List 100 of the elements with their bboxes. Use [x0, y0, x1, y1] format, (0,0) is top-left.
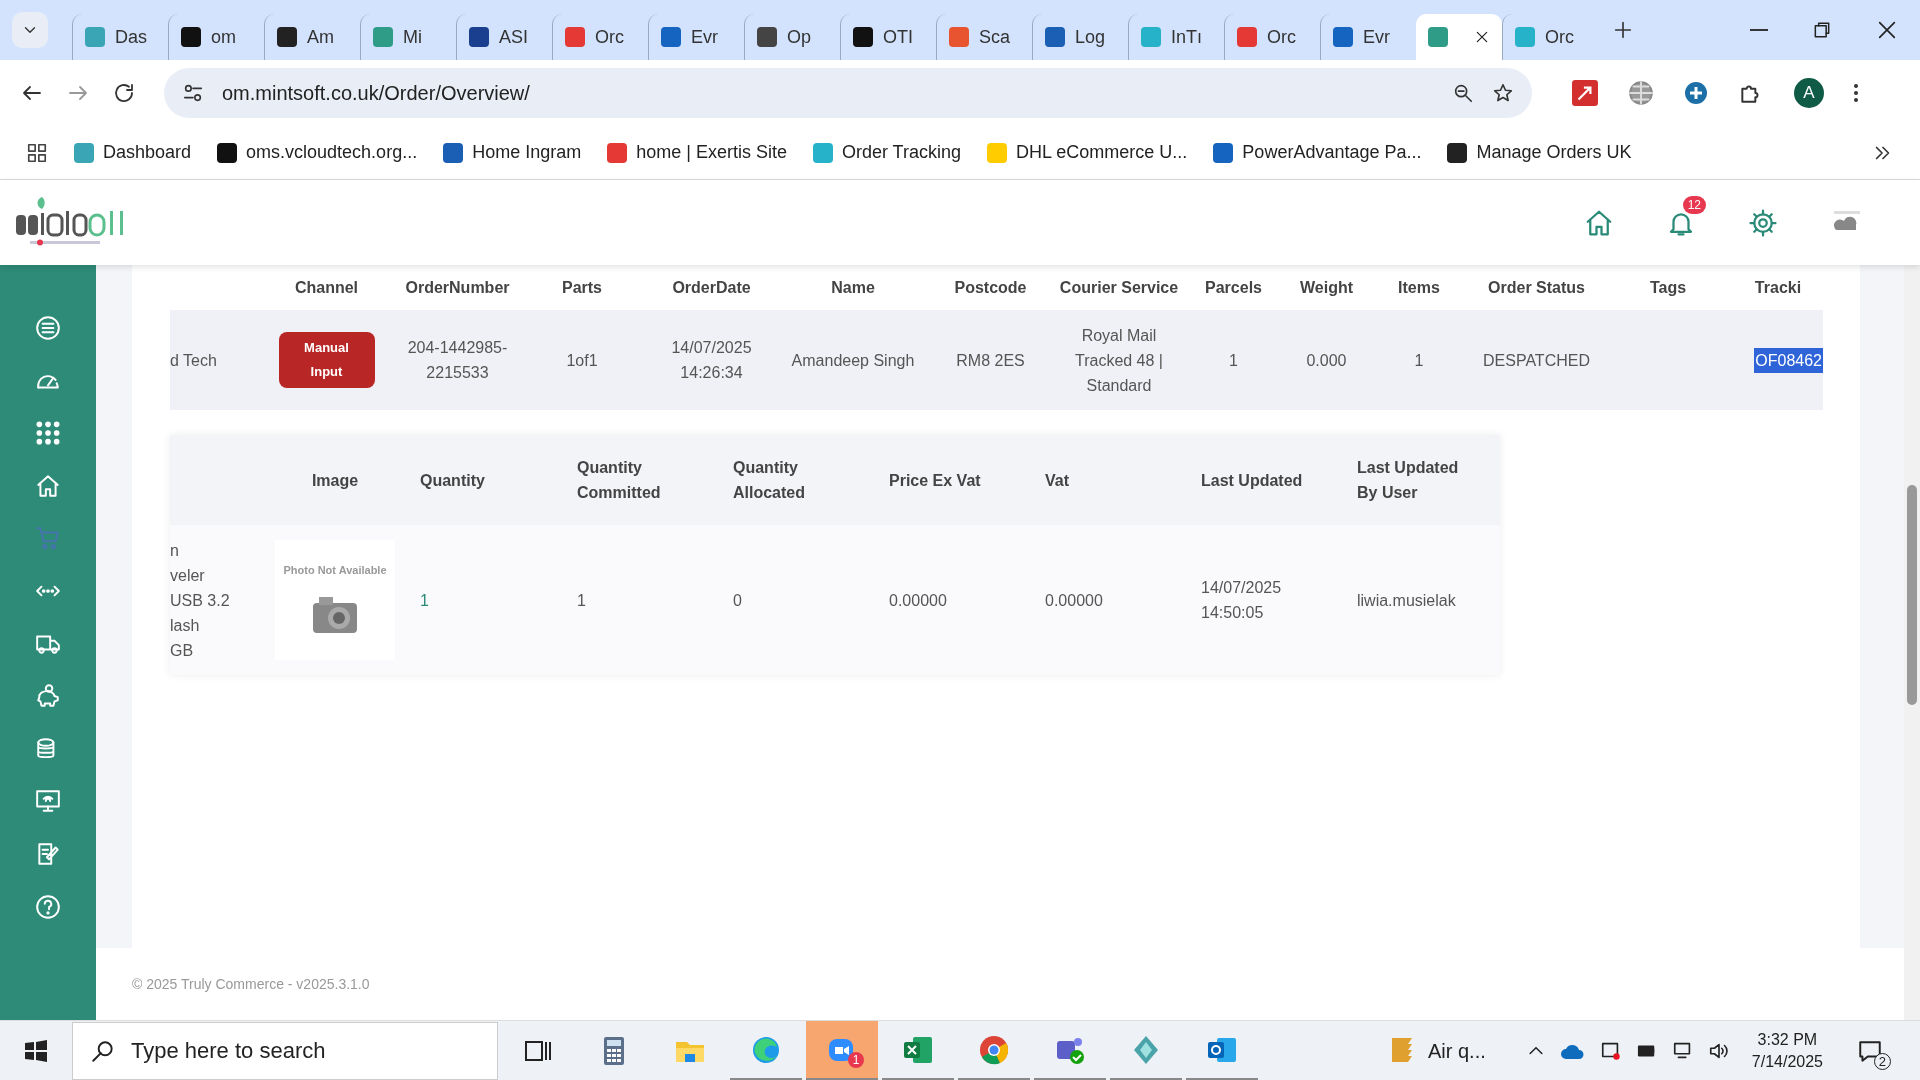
column-header[interactable]: Tracki	[1754, 278, 1802, 297]
extension-badge-icon[interactable]	[1684, 81, 1708, 105]
channel-badge: Manual Input	[278, 332, 375, 388]
table-cell-text: 0.00000	[1045, 590, 1103, 611]
monitor-icon	[35, 788, 61, 815]
cart-icon	[35, 525, 61, 552]
browser-tab[interactable]: Am	[264, 14, 360, 60]
column-header[interactable]: Items	[1398, 278, 1440, 297]
browser-tab[interactable]: Orc	[1502, 14, 1598, 60]
column-header: Price Ex Vat	[889, 470, 981, 491]
table-cell-text: 204-1442985-2215533	[406, 338, 509, 383]
column-header[interactable]: OrderNumber	[405, 278, 510, 297]
grid-icon	[35, 420, 61, 447]
browser-tab[interactable]: Mi	[360, 14, 456, 60]
weather-text[interactable]: Air q...	[1428, 1039, 1486, 1063]
notification-count: 2	[1874, 1053, 1891, 1070]
globe-icon	[1628, 80, 1654, 106]
table-cell-text: liwia.musielak	[1357, 590, 1456, 611]
column-header[interactable]: Channel	[294, 278, 359, 297]
column-header: Image	[311, 470, 359, 491]
browser-tab[interactable]: Orc	[552, 14, 648, 60]
table-cell-text: RM8 2ES	[956, 350, 1025, 371]
column-header[interactable]: Order Status	[1488, 278, 1585, 297]
browser-tab[interactable]: ASI	[456, 14, 552, 60]
notification-badge: 12	[1682, 195, 1706, 214]
pdf-extension-icon[interactable]	[1572, 80, 1598, 106]
bookmark-link[interactable]: Dashboard	[74, 142, 192, 163]
settings-icon	[1748, 207, 1778, 238]
more-menu-icon[interactable]	[1854, 84, 1858, 102]
product-description: n veler USB 3.2 lash GB	[170, 540, 230, 661]
column-header[interactable]: Weight	[1300, 278, 1353, 297]
edit-icon	[35, 840, 61, 867]
column-header[interactable]: Postcode	[954, 278, 1027, 297]
column-header: Quantity Committed	[577, 458, 662, 503]
app-badge: 1	[848, 1052, 864, 1068]
table-cell-text: 0	[733, 590, 742, 611]
close-icon	[1876, 19, 1898, 41]
piggy-bank-icon	[35, 683, 61, 710]
profile-avatar[interactable]: A	[1794, 78, 1824, 108]
start-icon[interactable]	[24, 1039, 48, 1063]
search-icon	[90, 1038, 116, 1064]
column-header[interactable]: Parcels	[1205, 278, 1262, 297]
table-cell-text: Royal Mail Tracked 48 | Standard	[1073, 325, 1164, 396]
column-header: Quantity	[420, 470, 485, 491]
bookmark-link[interactable]: home | Exertis Site	[607, 142, 787, 163]
column-header: Last Updated By User	[1357, 458, 1460, 503]
scrollbar[interactable]	[1904, 265, 1920, 1020]
site-settings-icon	[182, 82, 204, 104]
browser-tab[interactable]: InTı	[1128, 14, 1224, 60]
restore-icon	[1812, 20, 1832, 40]
search-field[interactable]: Type here to search	[72, 1022, 498, 1080]
help-icon	[35, 893, 61, 920]
browser-tab[interactable]: Evr	[648, 14, 744, 60]
reload-icon	[112, 81, 136, 105]
close-icon	[1474, 29, 1490, 45]
browser-tab[interactable]: Sca	[936, 14, 1032, 60]
column-header: Last Updated	[1201, 470, 1303, 491]
tracking-number[interactable]: OF08462	[1754, 347, 1823, 373]
bookmark-link[interactable]: PowerAdvantage Pa...	[1213, 142, 1422, 163]
browser-tab[interactable]	[1416, 14, 1502, 60]
bookmark-link[interactable]: Home Ingram	[443, 142, 582, 163]
browser-tab[interactable]: OTI	[840, 14, 936, 60]
clock[interactable]: 3:32 PM 7/14/2025	[1751, 1029, 1823, 1073]
browser-tab[interactable]: om	[168, 14, 264, 60]
column-header: Quantity Allocated	[733, 458, 806, 503]
thumbnail-caption: Photo Not Available	[283, 563, 387, 578]
bookmark-link[interactable]: Manage Orders UK	[1447, 142, 1632, 163]
address-bar[interactable]: om.mintsoft.co.uk/Order/Overview/	[164, 68, 1532, 118]
table-cell-text: 1	[577, 590, 586, 611]
bookmark-link[interactable]: DHL eCommerce U...	[987, 142, 1188, 163]
zoom-icon	[1452, 82, 1474, 104]
browser-tab[interactable]: Orc	[1224, 14, 1320, 60]
table-cell-text: DESPATCHED	[1483, 350, 1590, 371]
apps-icon	[26, 141, 48, 164]
security-icon	[1599, 1040, 1622, 1062]
table-cell-text: 1	[1414, 350, 1424, 371]
table-cell-text: 14/07/2025 14:26:34	[670, 338, 753, 383]
bookmark-link[interactable]: oms.vcloudtech.org...	[217, 142, 418, 163]
browser-tab[interactable]: Op	[744, 14, 840, 60]
home-icon	[35, 472, 61, 499]
footer-text: © 2025 Truly Commerce - v2025.3.1.0	[132, 976, 370, 992]
column-header[interactable]: Parts	[562, 278, 602, 297]
browser-tab[interactable]: Log	[1032, 14, 1128, 60]
column-header[interactable]: Tags	[1649, 278, 1687, 297]
table-cell-text: d Tech	[170, 350, 217, 371]
menu-icon	[35, 315, 61, 341]
column-header[interactable]: Courier Service	[1059, 278, 1179, 297]
column-header[interactable]: Name	[831, 278, 875, 297]
quantity-link[interactable]: 1	[420, 587, 429, 613]
bookmark-link[interactable]: Order Tracking	[812, 142, 961, 163]
table-cell-text: 0.000	[1306, 350, 1347, 371]
browser-tab[interactable]: Das	[72, 14, 168, 60]
browser-tab[interactable]: Evr	[1320, 14, 1416, 60]
new-tab-icon	[1612, 19, 1634, 41]
column-header: Vat	[1045, 470, 1069, 491]
table-cell-text: 14/07/2025 14:50:05	[1201, 578, 1283, 623]
column-header[interactable]: OrderDate	[672, 278, 751, 297]
table-cell-text: 0.00000	[889, 590, 947, 611]
star-icon	[1492, 82, 1514, 104]
table-row[interactable]: d Tech Manual Input 204-1442985-2215533 1of1 14/07/2025 14:26:34 Amandeep Singh RM8 2ES Royal Mail Tracked 48 | Standard 1 0.000 1 DESPATCHED OF08462	[170, 310, 1823, 410]
